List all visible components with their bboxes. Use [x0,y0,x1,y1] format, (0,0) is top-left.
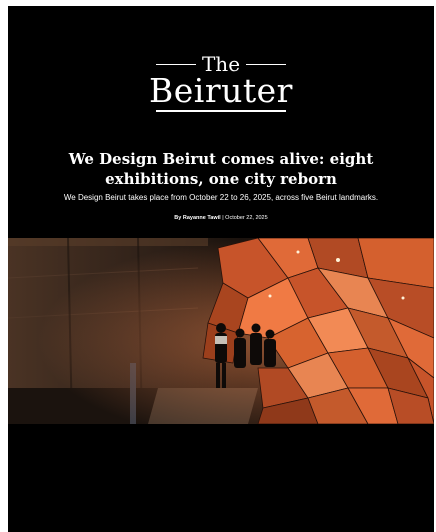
hero-image [8,238,434,424]
page-frame: The Beiruter We Design Beirut comes aliv… [8,6,434,532]
byline-prefix: By [174,215,182,221]
author-link[interactable]: Rayanne Tawil [183,215,221,221]
hero-image-illustration [8,238,434,424]
logo-underline [156,110,286,112]
article-date: October 22, 2025 [225,215,268,221]
article-headline: We Design Beirut comes alive: eight exhi… [68,150,374,188]
byline-separator: | [222,215,224,221]
logo-beiruter: Beiruter [149,71,293,110]
site-logo[interactable]: The Beiruter [8,52,434,112]
article-subheadline: We Design Beirut takes place from Octobe… [63,193,379,202]
logo-rule-left [155,63,196,65]
article-byline: By Rayanne Tawil | October 22, 2025 [18,214,424,222]
logo-rule-right [246,63,287,65]
